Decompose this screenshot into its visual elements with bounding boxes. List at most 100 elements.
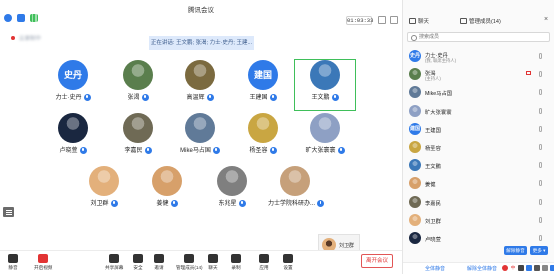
member-search[interactable] (407, 32, 550, 42)
avatar (409, 232, 421, 244)
member-row[interactable]: 卢晓萱 (403, 229, 554, 247)
close-icon[interactable]: × (544, 16, 548, 23)
mic-icon[interactable] (539, 53, 542, 59)
menu-toggle-icon[interactable] (3, 207, 14, 217)
participant-name-row: 力士学院科研办... (268, 198, 325, 207)
mic-icon (238, 199, 246, 207)
participant-tile[interactable]: 力士学院科研办... (268, 166, 325, 207)
participant-name-row: Mike马占国 (173, 145, 227, 154)
ime-keyboard-icon[interactable] (542, 265, 548, 271)
mic-icon (269, 146, 277, 154)
mute-all-button[interactable]: 全体静音 (425, 265, 445, 272)
members-icon (460, 18, 467, 24)
panel-footer: 全体静音 解除全体静音 中 (403, 262, 554, 274)
mic-icon[interactable] (539, 162, 542, 169)
toolbar-apps-button[interactable]: 应用 (259, 254, 269, 271)
member-row[interactable]: 旷大张寰寰 (403, 102, 554, 120)
participant-tile[interactable]: Mike马占国 (173, 113, 227, 154)
participant-name: 王建国 (249, 95, 268, 101)
mic-icon[interactable] (539, 180, 542, 187)
member-name: 旷大张寰寰 (425, 109, 452, 116)
mic-icon (206, 93, 214, 101)
mic-icon (8, 254, 18, 263)
participant-tile[interactable]: 王文鹏 (298, 60, 352, 101)
toolbar-settings-button[interactable]: 设置 (283, 254, 293, 271)
participant-name: 刘卫群 (90, 201, 109, 207)
avatar (185, 60, 215, 90)
member-row[interactable]: 史丹 力士·史丹 (我, 联席主持人) (403, 47, 554, 65)
mic-icon[interactable] (539, 198, 542, 205)
info-icon[interactable] (4, 14, 12, 22)
participant-tile[interactable]: 建国 王建国 (236, 60, 290, 101)
unmute-all-button[interactable]: 解除全体静音 (467, 265, 497, 272)
member-row[interactable]: 杨圣容 (403, 138, 554, 156)
mic-icon[interactable] (539, 144, 542, 150)
mic-icon[interactable] (539, 89, 542, 96)
fullscreen-icon[interactable] (390, 16, 398, 24)
ime-logo-icon[interactable] (502, 265, 508, 271)
toolbar-mic-button[interactable]: 静音 (8, 254, 18, 271)
view-toggle-icon[interactable] (378, 16, 386, 24)
leave-meeting-button[interactable]: 离开会议 (361, 254, 393, 268)
avatar (310, 60, 340, 90)
participant-tile[interactable]: 高温辉 (173, 60, 227, 101)
toolbar-label: 邀请 (154, 265, 164, 270)
mic-icon (331, 93, 339, 101)
chat-icon (409, 18, 416, 24)
invite-icon (154, 254, 164, 263)
mic-icon[interactable] (539, 71, 542, 78)
mic-icon[interactable] (539, 235, 542, 241)
toolbar-record-button[interactable]: 录制 (231, 254, 241, 271)
mic-icon (110, 199, 118, 207)
member-row[interactable]: 姜健 (403, 174, 554, 192)
tab-members[interactable]: 管理成员(14) (460, 17, 501, 25)
ime-skin-icon[interactable] (550, 265, 554, 271)
member-row[interactable]: 张渴 (主持人) (403, 65, 554, 83)
toolbar-members-button[interactable]: 管理成员(14) (176, 254, 203, 271)
mic-icon (269, 93, 277, 101)
shield-icon[interactable] (17, 14, 25, 22)
member-row[interactable]: 王文鹏 (403, 156, 554, 174)
member-row[interactable]: Mike马占国 (403, 83, 554, 101)
ime-emoji-icon[interactable] (526, 265, 532, 271)
member-row[interactable]: 刘卫群 (403, 211, 554, 229)
mic-icon[interactable] (539, 125, 542, 132)
app-title: 腾讯会议 (188, 7, 214, 14)
participant-tile[interactable]: 李嘉民 (111, 113, 165, 154)
tab-members-label: 管理成员(14) (469, 19, 501, 25)
toolbar-camera-off-button[interactable]: 开启视频 (34, 254, 52, 271)
search-input[interactable] (419, 33, 547, 41)
mic-icon (170, 199, 178, 207)
toolbar-shield-button[interactable]: 安全 (133, 254, 143, 271)
avatar (280, 166, 310, 196)
participant-name: 杨圣容 (249, 148, 268, 154)
participant-tile[interactable]: 刘卫群 (77, 166, 131, 207)
participant-tile[interactable]: 杨圣容 (236, 113, 290, 154)
participant-tile[interactable]: 东兆星 (205, 166, 259, 207)
signal-icon[interactable] (30, 14, 38, 22)
mic-icon[interactable] (539, 216, 542, 223)
toolbar-chat-button[interactable]: 聊天 (208, 254, 218, 271)
ime-lang-indicator[interactable]: 中 (510, 265, 516, 271)
member-name: 卢晓萱 (425, 237, 441, 243)
participant-name-row: 姜健 (140, 198, 194, 207)
avatar (409, 213, 421, 226)
member-row[interactable]: 建国 王建国 (403, 120, 554, 138)
participant-tile[interactable]: 卢晓萱 (46, 113, 100, 154)
participant-tile[interactable]: 张渴 (111, 60, 165, 101)
ime-mic-icon[interactable] (534, 265, 540, 271)
toolbar-label: 共享屏幕 (105, 265, 124, 270)
participant-name-row: 旷大张寰寰 (298, 145, 352, 154)
ime-punct-icon[interactable] (518, 265, 524, 271)
participant-tile[interactable]: 史丹 力士·史丹 (46, 60, 100, 101)
unmute-button[interactable]: 解除静音 (504, 246, 527, 255)
toolbar-invite-button[interactable]: 邀请 (154, 254, 164, 271)
participant-tile[interactable]: 姜健 (140, 166, 194, 207)
mic-icon[interactable] (539, 107, 542, 114)
tab-chat[interactable]: 聊天 (409, 17, 429, 25)
member-name: 王建国 (425, 127, 441, 134)
member-row[interactable]: 李嘉民 (403, 193, 554, 211)
more-button[interactable]: 更多 ▾ (530, 246, 548, 255)
toolbar-share-screen-button[interactable]: 共享屏幕 (105, 254, 123, 271)
participant-tile[interactable]: 旷大张寰寰 (298, 113, 352, 154)
